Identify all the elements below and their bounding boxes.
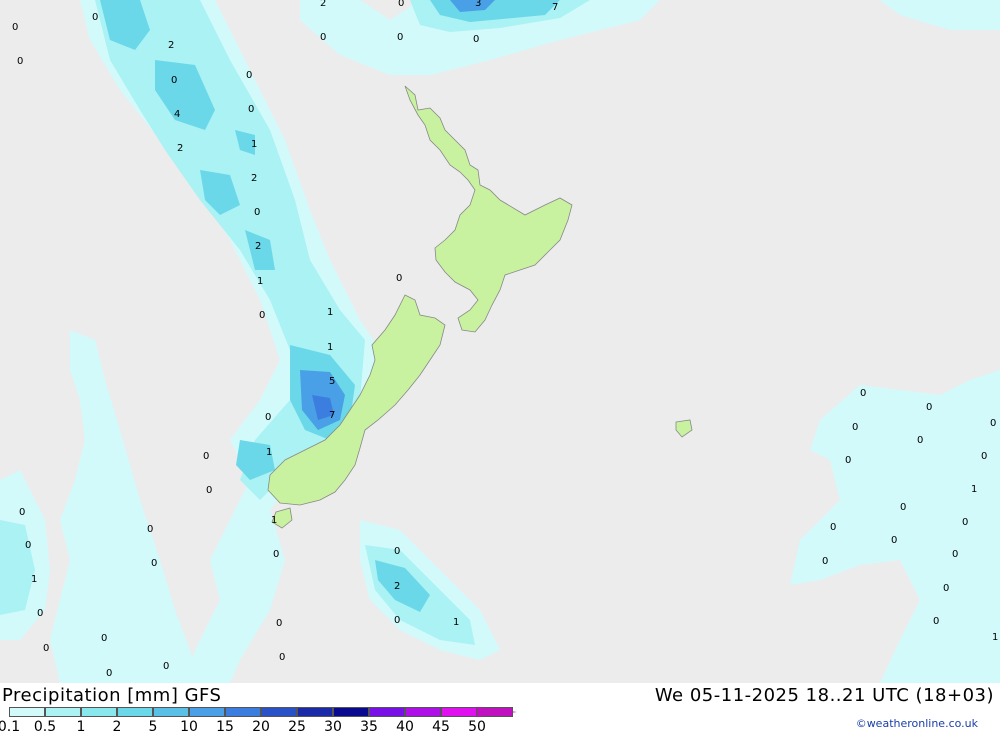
map-title: Precipitation [mm] GFS (2, 685, 222, 706)
value-label: 0 (473, 34, 479, 45)
value-label: 0 (203, 451, 209, 462)
value-label: 0 (926, 402, 932, 413)
value-label: 0 (822, 556, 828, 567)
value-label: 1 (266, 447, 272, 458)
value-label: 0 (171, 75, 177, 86)
value-label: 1 (971, 484, 977, 495)
value-label: 0 (990, 418, 996, 429)
value-label: 1 (31, 574, 37, 585)
value-label: 0 (394, 615, 400, 626)
value-label: 0 (891, 535, 897, 546)
legend-swatch (9, 707, 45, 717)
legend-swatch (117, 707, 153, 717)
value-label: 0 (259, 310, 265, 321)
value-label: 0 (37, 608, 43, 619)
value-label: 0 (962, 517, 968, 528)
value-label: 0 (163, 661, 169, 672)
legend-swatch (297, 707, 333, 717)
value-label: 1 (251, 139, 257, 150)
legend-swatch (81, 707, 117, 717)
value-label: 0 (900, 502, 906, 513)
value-label: 0 (933, 616, 939, 627)
value-label: 2 (320, 0, 326, 9)
value-label: 0 (394, 546, 400, 557)
value-label: 0 (396, 273, 402, 284)
value-label: 0 (25, 540, 31, 551)
value-label: 0 (943, 583, 949, 594)
value-label: 0 (101, 633, 107, 644)
value-label: 0 (12, 22, 18, 33)
value-label: 0 (952, 549, 958, 560)
value-label: 2 (255, 241, 261, 252)
value-label: 0 (860, 388, 866, 399)
value-label: 0 (917, 435, 923, 446)
value-label: 0 (320, 32, 326, 43)
legend-swatch (441, 707, 477, 717)
value-label: 0 (92, 12, 98, 23)
value-label: 0 (276, 618, 282, 629)
map-footer: Precipitation [mm] GFS We 05-11-2025 18.… (0, 683, 1000, 735)
value-label: 3 (475, 0, 481, 9)
value-label: 1 (992, 632, 998, 643)
value-label: 0 (273, 549, 279, 560)
value-label: 0 (852, 422, 858, 433)
valid-time: We 05-11-2025 18..21 UTC (18+03) (654, 685, 994, 706)
value-label: 0 (43, 643, 49, 654)
value-label: 2 (394, 581, 400, 592)
value-label: 0 (830, 522, 836, 533)
value-label: 0 (981, 451, 987, 462)
value-label: 0 (845, 455, 851, 466)
credit-link[interactable]: ©weatheronline.co.uk (856, 717, 978, 730)
value-label: 0 (397, 32, 403, 43)
value-label: 1 (271, 515, 277, 526)
value-label: 0 (279, 652, 285, 663)
legend-arrow-icon (477, 707, 517, 717)
value-label: 1 (257, 276, 263, 287)
legend-swatch (45, 707, 81, 717)
value-label: 1 (453, 617, 459, 628)
value-label: 0 (206, 485, 212, 496)
value-label: 7 (329, 410, 335, 421)
value-label: 0 (17, 56, 23, 67)
value-label: 0 (265, 412, 271, 423)
value-label: 0 (106, 668, 112, 679)
legend-swatch (189, 707, 225, 717)
value-label: 2 (168, 40, 174, 51)
value-label: 4 (174, 109, 180, 120)
value-label: 2 (177, 143, 183, 154)
legend-swatch (369, 707, 405, 717)
precipitation-map: 0 0 0 0 2 0 3 7 0 0 2 0 0 4 0 2 1 2 0 2 … (0, 0, 1000, 683)
value-label: 0 (398, 0, 404, 9)
value-label: 1 (327, 307, 333, 318)
value-label: 1 (327, 342, 333, 353)
legend-swatch (333, 707, 369, 717)
value-label: 2 (251, 173, 257, 184)
map-canvas: 0 0 0 0 2 0 3 7 0 0 2 0 0 4 0 2 1 2 0 2 … (0, 0, 1000, 683)
value-label: 0 (151, 558, 157, 569)
value-label: 7 (552, 2, 558, 13)
value-label: 5 (329, 376, 335, 387)
legend-swatch (261, 707, 297, 717)
value-label: 0 (19, 507, 25, 518)
value-label: 0 (248, 104, 254, 115)
legend-swatch (153, 707, 189, 717)
legend-swatch (405, 707, 441, 717)
value-label: 0 (254, 207, 260, 218)
legend-swatch (225, 707, 261, 717)
value-label: 0 (147, 524, 153, 535)
value-label: 0 (246, 70, 252, 81)
